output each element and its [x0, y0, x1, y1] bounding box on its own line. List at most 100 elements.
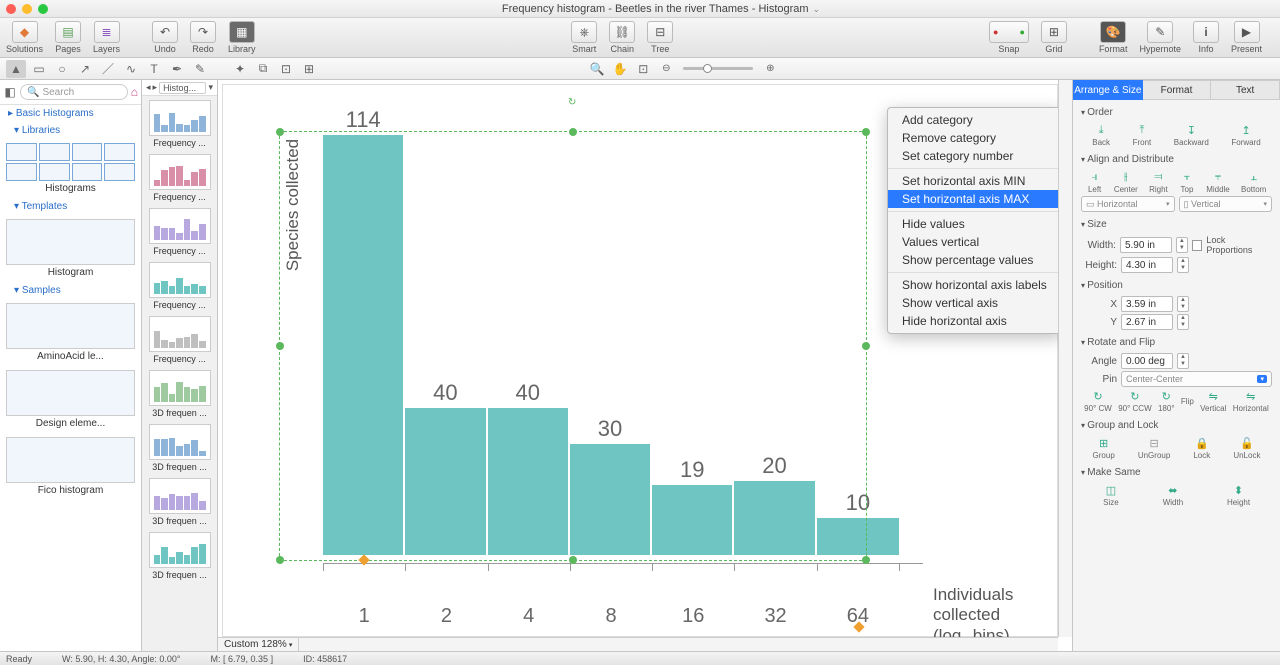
context-menu-item[interactable]: Add category [888, 111, 1061, 129]
library-thumb[interactable] [104, 143, 135, 161]
pages-button[interactable]: ▤ [55, 21, 81, 43]
tree-button[interactable]: ⊟ [647, 21, 673, 43]
flip-action[interactable]: ⇋Horizontal [1233, 389, 1269, 413]
connector-tool[interactable]: ↗ [75, 60, 95, 78]
panel-toggle-icon[interactable]: ◧ [3, 83, 17, 101]
lock-proportions-checkbox[interactable] [1192, 240, 1203, 251]
page-thumbnail[interactable]: Frequency ... [148, 154, 211, 202]
rect-tool[interactable]: ▭ [29, 60, 49, 78]
width-stepper[interactable]: ▲▼ [1176, 237, 1188, 253]
page-thumbnail[interactable]: 3D frequen ... [148, 478, 211, 526]
inspector-action[interactable]: ⫧Middle [1206, 170, 1230, 194]
inspector-action[interactable]: ↧Backward [1174, 123, 1209, 147]
page-thumbnail[interactable]: 3D frequen ... [148, 424, 211, 472]
minimize-window-icon[interactable] [22, 4, 32, 14]
curve-tool[interactable]: ∿ [121, 60, 141, 78]
x-field[interactable]: 3.59 in [1121, 296, 1173, 312]
inspector-action[interactable]: ↥Forward [1231, 123, 1260, 147]
inspector-action[interactable]: ⫲Center [1114, 170, 1138, 194]
redo-button[interactable]: ↷ [190, 21, 216, 43]
clone-tool[interactable]: ⧉ [253, 60, 273, 78]
library-thumb[interactable] [6, 143, 37, 161]
format-button[interactable]: 🎨 [1100, 21, 1126, 43]
smart-button[interactable]: ⎈ [571, 21, 597, 43]
zoom-plus-icon[interactable]: ⊕ [760, 60, 780, 78]
vertical-scrollbar[interactable] [1058, 80, 1072, 637]
chain-button[interactable]: ⛓ [609, 21, 635, 43]
context-menu-item[interactable]: Show vertical axis [888, 294, 1061, 312]
width-field[interactable]: 5.90 in [1120, 237, 1172, 253]
pen-tool[interactable]: ✒ [167, 60, 187, 78]
context-menu-item[interactable]: Values vertical [888, 233, 1061, 251]
spray-tool[interactable]: ✦ [230, 60, 250, 78]
zoom-out-icon[interactable]: 🔍 [587, 60, 607, 78]
context-menu-item[interactable]: Hide horizontal axis [888, 312, 1061, 330]
page-thumbnail[interactable]: Frequency ... [148, 262, 211, 310]
inspector-action[interactable]: ⫠Bottom [1241, 170, 1266, 194]
library-button[interactable]: ▦ [229, 21, 255, 43]
sample-thumb[interactable] [6, 370, 135, 416]
x-stepper[interactable]: ▲▼ [1177, 296, 1189, 312]
zoom-fit-icon[interactable]: ⊡ [633, 60, 653, 78]
canvas[interactable]: Species collected 114404030192010 124816… [218, 80, 1072, 651]
angle-field[interactable]: 0.00 deg [1121, 353, 1173, 369]
zoom-dropdown[interactable]: Custom 128%▾ [218, 638, 299, 652]
height-stepper[interactable]: ▲▼ [1177, 257, 1189, 273]
page-thumbnail[interactable]: Frequency ... [148, 316, 211, 364]
inspector-action[interactable]: ⫟Top [1179, 170, 1195, 194]
pointer-tool[interactable]: ▲ [6, 60, 26, 78]
zoom-minus-icon[interactable]: ⊖ [656, 60, 676, 78]
text-tool[interactable]: T [144, 60, 164, 78]
position-header[interactable]: Position [1081, 277, 1272, 294]
context-menu-item[interactable]: Set horizontal axis MIN [888, 172, 1061, 190]
nav-fwd-icon[interactable]: ▸ [153, 82, 158, 93]
templates-header[interactable]: ▾ Templates [0, 198, 141, 215]
sample-thumb[interactable] [6, 437, 135, 483]
order-header[interactable]: Order [1081, 104, 1272, 121]
y-field[interactable]: 2.67 in [1121, 314, 1173, 330]
sample-thumb[interactable] [6, 303, 135, 349]
library-thumb[interactable] [72, 163, 103, 181]
inspector-action[interactable]: ⫤Right [1149, 170, 1168, 194]
nav-back-icon[interactable]: ◂ [146, 82, 151, 93]
context-menu-item[interactable]: Remove category [888, 129, 1061, 147]
pencil-tool[interactable]: ✎ [190, 60, 210, 78]
window-controls[interactable] [6, 4, 48, 14]
flip-action[interactable]: ⇋Vertical [1200, 389, 1226, 413]
library-thumb[interactable] [39, 143, 70, 161]
hand-tool[interactable]: ✋ [610, 60, 630, 78]
zoom-window-icon[interactable] [38, 4, 48, 14]
zoom-slider[interactable] [683, 67, 753, 70]
page-thumbnail[interactable]: 3D frequen ... [148, 370, 211, 418]
inspector-action[interactable]: ⫣Left [1087, 170, 1103, 194]
tab-format[interactable]: Format [1143, 80, 1212, 100]
template-thumb[interactable] [6, 219, 135, 265]
tab-text[interactable]: Text [1211, 80, 1280, 100]
page-thumbnail[interactable]: Frequency ... [148, 100, 211, 148]
group-lock-header[interactable]: Group and Lock [1081, 417, 1272, 434]
inspector-action[interactable]: ⬍Height [1227, 483, 1250, 507]
inspector-action[interactable]: ⤒Front [1133, 123, 1152, 147]
library-thumb[interactable] [39, 163, 70, 181]
rotate-action[interactable]: ↻90° CW [1084, 389, 1112, 413]
inspector-action[interactable]: ⊟UnGroup [1138, 436, 1170, 460]
grid-button[interactable]: ⊞ [1041, 21, 1067, 43]
size-header[interactable]: Size [1081, 216, 1272, 233]
rotate-action[interactable]: ↻90° CCW [1118, 389, 1151, 413]
rotate-handle-icon[interactable]: ↻ [568, 97, 578, 107]
library-thumb[interactable] [104, 163, 135, 181]
ellipse-tool[interactable]: ○ [52, 60, 72, 78]
align-header[interactable]: Align and Distribute [1081, 151, 1272, 168]
page-thumbnail[interactable]: 3D frequen ... [148, 532, 211, 580]
rotate-action[interactable]: ↻180° [1158, 389, 1175, 413]
distribute-v-select[interactable]: ▯ Vertical▾ [1179, 196, 1273, 212]
hypernote-button[interactable]: ✎ [1147, 21, 1173, 43]
inspector-action[interactable]: ⬌Width [1163, 483, 1183, 507]
make-same-header[interactable]: Make Same [1081, 464, 1272, 481]
pin-select[interactable]: Center-Center▾ [1121, 371, 1272, 387]
strip-close-icon[interactable]: ▾ [208, 82, 213, 93]
stamp-tool[interactable]: ⊡ [276, 60, 296, 78]
context-menu-item[interactable]: Show percentage values [888, 251, 1061, 269]
libraries-header[interactable]: ▾ Libraries [0, 122, 141, 139]
inspector-action[interactable]: ◫Size [1103, 483, 1119, 507]
